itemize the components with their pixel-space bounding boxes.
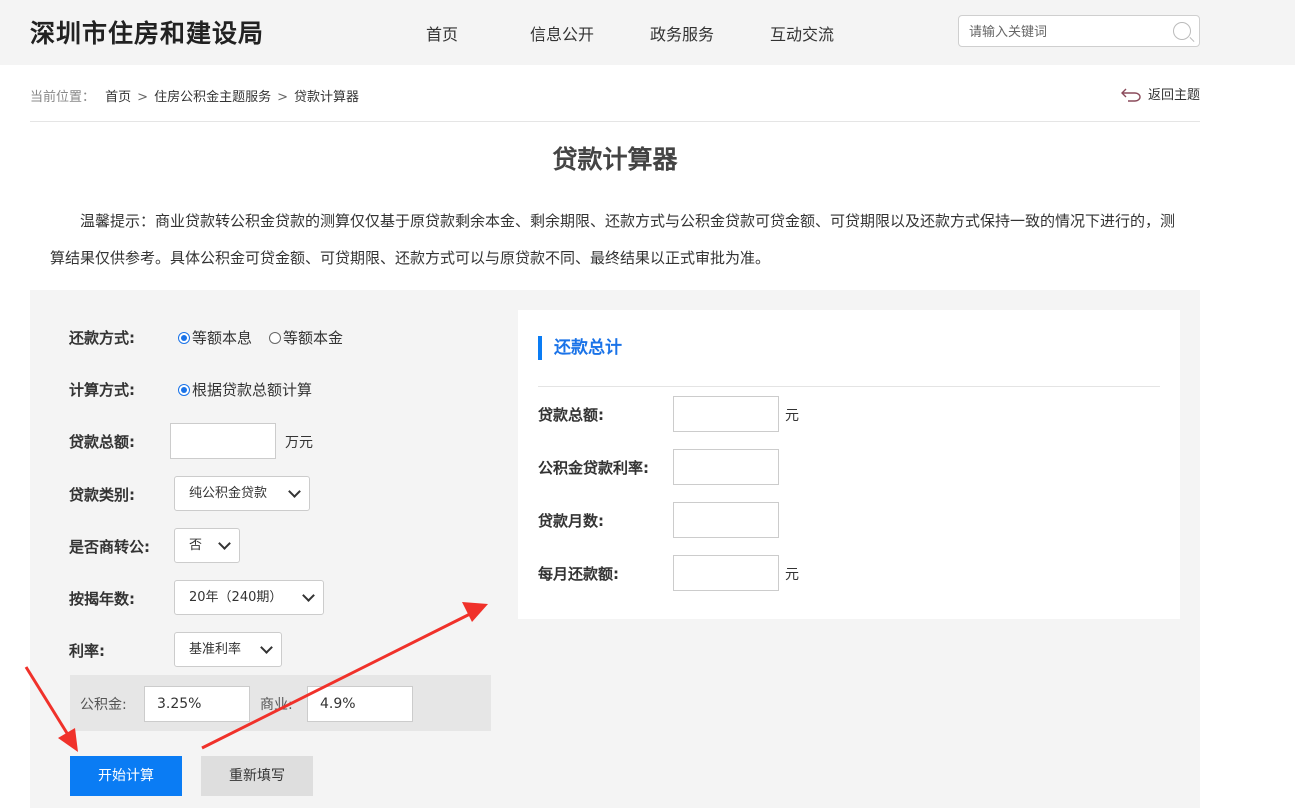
site-header: 深圳市住房和建设局 首页 信息公开 政务服务 互动交流 — [0, 0, 1295, 65]
nav-item-info-disclosure[interactable]: 信息公开 — [530, 21, 594, 45]
radio-checked-icon — [178, 332, 190, 344]
result-title: 还款总计 — [538, 336, 622, 360]
result-monthly-output[interactable] — [673, 555, 779, 591]
result-total-output[interactable] — [673, 396, 779, 432]
breadcrumb-separator: > — [277, 90, 288, 105]
mortgage-years-value: 20年（240期） — [189, 590, 283, 605]
chevron-down-icon — [218, 537, 231, 550]
radio-by-total-amount[interactable]: 根据贷款总额计算 — [178, 379, 312, 400]
radio-checked-icon — [178, 384, 190, 396]
fund-rate-label: 公积金: — [80, 697, 127, 713]
return-arrow-icon — [1120, 88, 1141, 102]
loan-type-select[interactable]: 纯公积金贷款 — [174, 476, 310, 511]
search-icon[interactable] — [1173, 22, 1191, 40]
radio-equal-installment-label: 等额本息 — [192, 329, 253, 347]
loan-type-label: 贷款类别: — [69, 486, 135, 504]
result-rate-output[interactable] — [673, 449, 779, 485]
notice-text: 温馨提示：商业贷款转公积金贷款的测算仅仅基于原贷款剩余本金、剩余期限、还款方式与… — [50, 212, 1176, 267]
repay-method-label: 还款方式: — [69, 329, 135, 347]
calculate-button[interactable]: 开始计算 — [70, 756, 182, 796]
radio-unchecked-icon — [269, 332, 281, 344]
breadcrumb-separator: > — [137, 90, 149, 105]
loan-type-value: 纯公积金贷款 — [189, 486, 268, 501]
rate-value: 基准利率 — [189, 642, 242, 657]
nav-item-home[interactable]: 首页 — [426, 21, 458, 45]
search-box — [958, 15, 1200, 47]
radio-equal-installment[interactable]: 等额本息 — [178, 327, 252, 348]
search-input[interactable] — [969, 22, 1169, 42]
fund-rate-input[interactable]: 3.25% — [144, 686, 250, 722]
reset-button[interactable]: 重新填写 — [201, 756, 313, 796]
chevron-down-icon — [260, 641, 273, 654]
commercial-rate-input[interactable]: 4.9% — [307, 686, 413, 722]
nav-item-interaction[interactable]: 互动交流 — [770, 21, 834, 45]
divider — [538, 386, 1160, 387]
breadcrumb-current: 贷款计算器 — [294, 90, 360, 105]
page-title: 贷款计算器 — [552, 145, 678, 174]
breadcrumb: 当前位置： 首页 > 住房公积金主题服务 > 贷款计算器 — [30, 86, 359, 105]
commercial-transfer-select[interactable]: 否 — [174, 528, 240, 563]
result-card: 还款总计 贷款总额: 元 公积金贷款利率: 贷款月数: 每月还款额: 元 — [518, 310, 1180, 619]
loan-amount-label: 贷款总额: — [69, 433, 135, 451]
nav-item-gov-services[interactable]: 政务服务 — [650, 21, 714, 45]
rate-detail-box: 公积金: 3.25% 商业: 4.9% — [70, 675, 491, 731]
calculator-panel: 还款方式: 等额本息 等额本金 计算方式: 根据贷款总额计算 贷款总额: 万元 … — [30, 290, 1200, 808]
result-months-label: 贷款月数: — [538, 512, 604, 530]
commercial-rate-label: 商业: — [260, 697, 293, 713]
chevron-down-icon — [302, 589, 315, 602]
commercial-transfer-value: 否 — [189, 538, 203, 553]
site-title[interactable]: 深圳市住房和建设局 — [30, 14, 264, 50]
breadcrumb-fund-services[interactable]: 住房公积金主题服务 — [154, 90, 271, 105]
rate-select[interactable]: 基准利率 — [174, 632, 282, 667]
chevron-down-icon — [288, 485, 301, 498]
result-months-output[interactable] — [673, 502, 779, 538]
commercial-transfer-label: 是否商转公: — [69, 538, 150, 556]
loan-amount-unit: 万元 — [285, 435, 313, 451]
result-monthly-label: 每月还款额: — [538, 565, 619, 583]
result-total-label: 贷款总额: — [538, 406, 604, 424]
result-total-unit: 元 — [785, 408, 799, 424]
back-to-topic-label: 返回主题 — [1147, 88, 1200, 103]
back-to-topic-link[interactable]: 返回主题 — [1120, 84, 1200, 103]
loan-amount-input[interactable] — [170, 423, 276, 459]
mortgage-years-select[interactable]: 20年（240期） — [174, 580, 324, 615]
breadcrumb-prefix: 当前位置： — [30, 90, 96, 105]
rate-label: 利率: — [69, 642, 105, 660]
radio-equal-principal-label: 等额本金 — [283, 329, 344, 347]
radio-by-total-amount-label: 根据贷款总额计算 — [192, 381, 313, 399]
result-monthly-unit: 元 — [785, 567, 799, 583]
calc-method-label: 计算方式: — [69, 381, 135, 399]
radio-equal-principal[interactable]: 等额本金 — [269, 327, 343, 348]
breadcrumb-home[interactable]: 首页 — [105, 90, 131, 105]
result-rate-label: 公积金贷款利率: — [538, 459, 649, 477]
mortgage-years-label: 按揭年数: — [69, 590, 135, 608]
divider — [30, 121, 1200, 122]
